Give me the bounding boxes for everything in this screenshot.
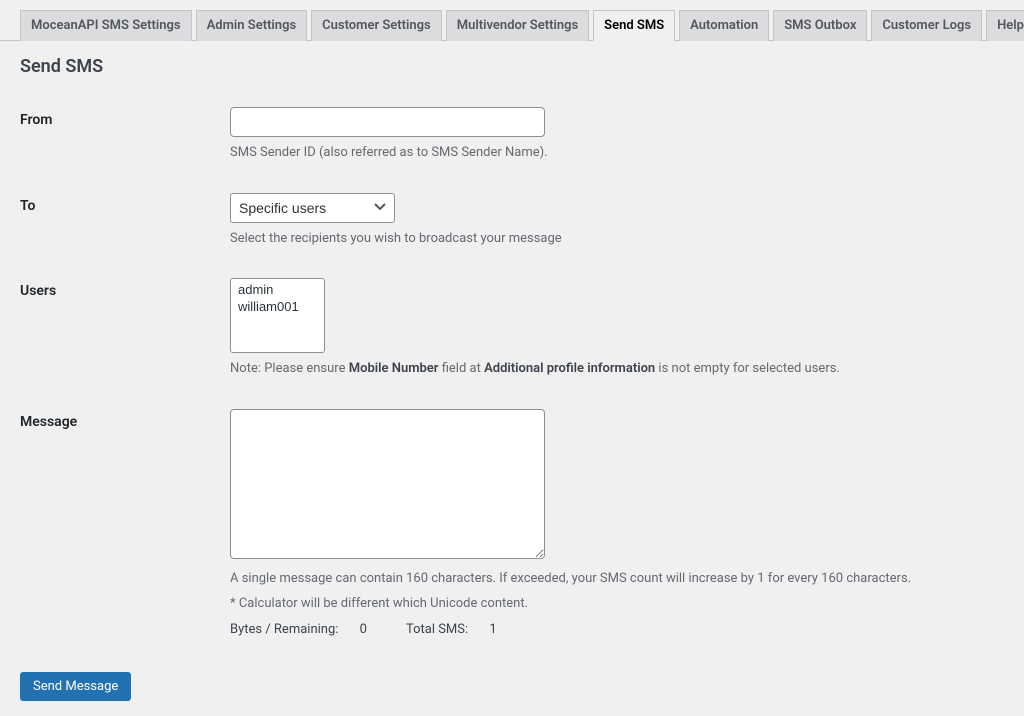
tab-multivendor-settings[interactable]: Multivendor Settings xyxy=(446,10,589,41)
tab-sms-outbox[interactable]: SMS Outbox xyxy=(773,10,867,41)
to-select[interactable]: Specific users xyxy=(230,193,395,223)
label-to: To xyxy=(20,178,220,264)
message-textarea[interactable] xyxy=(230,409,545,559)
form-table: From SMS Sender ID (also referred as to … xyxy=(20,92,1004,652)
users-hint: Note: Please ensure Mobile Number field … xyxy=(230,359,994,379)
total-sms-value: 1 xyxy=(489,622,496,637)
tab-admin-settings[interactable]: Admin Settings xyxy=(196,10,308,41)
row-users: Users admin william001 Note: Please ensu… xyxy=(20,263,1004,394)
label-from: From xyxy=(20,92,220,178)
nav-tabs: MoceanAPI SMS Settings Admin Settings Cu… xyxy=(0,0,1024,41)
bytes-label: Bytes / Remaining: xyxy=(230,622,342,637)
to-hint: Select the recipients you wish to broadc… xyxy=(230,229,994,249)
bytes-value: 0 xyxy=(360,622,367,637)
tab-customer-settings[interactable]: Customer Settings xyxy=(311,10,442,41)
tab-help[interactable]: Help xyxy=(986,10,1024,41)
message-hint1: A single message can contain 160 charact… xyxy=(230,569,994,589)
row-from: From SMS Sender ID (also referred as to … xyxy=(20,92,1004,178)
users-option-admin[interactable]: admin xyxy=(233,281,322,298)
row-message: Message A single message can contain 160… xyxy=(20,394,1004,652)
tab-send-sms[interactable]: Send SMS xyxy=(593,10,675,41)
row-to: To Specific users Select the recipients … xyxy=(20,178,1004,264)
from-input[interactable] xyxy=(230,107,545,137)
from-hint: SMS Sender ID (also referred as to SMS S… xyxy=(230,143,994,163)
tab-automation[interactable]: Automation xyxy=(679,10,769,41)
message-hint2: * Calculator will be different which Uni… xyxy=(230,594,994,614)
total-sms-label: Total SMS: xyxy=(406,622,471,637)
tab-customer-logs[interactable]: Customer Logs xyxy=(871,10,982,41)
label-users: Users xyxy=(20,263,220,394)
tab-moceanapi-sms-settings[interactable]: MoceanAPI SMS Settings xyxy=(20,10,192,41)
message-stats: Bytes / Remaining: 0 Total SMS: 1 xyxy=(230,622,994,637)
users-option-william001[interactable]: william001 xyxy=(233,298,322,315)
label-message: Message xyxy=(20,394,220,652)
send-message-button[interactable]: Send Message xyxy=(20,672,131,701)
page-title: Send SMS xyxy=(20,56,1004,92)
users-select[interactable]: admin william001 xyxy=(230,278,325,353)
content-area: Send SMS From SMS Sender ID (also referr… xyxy=(0,41,1024,716)
